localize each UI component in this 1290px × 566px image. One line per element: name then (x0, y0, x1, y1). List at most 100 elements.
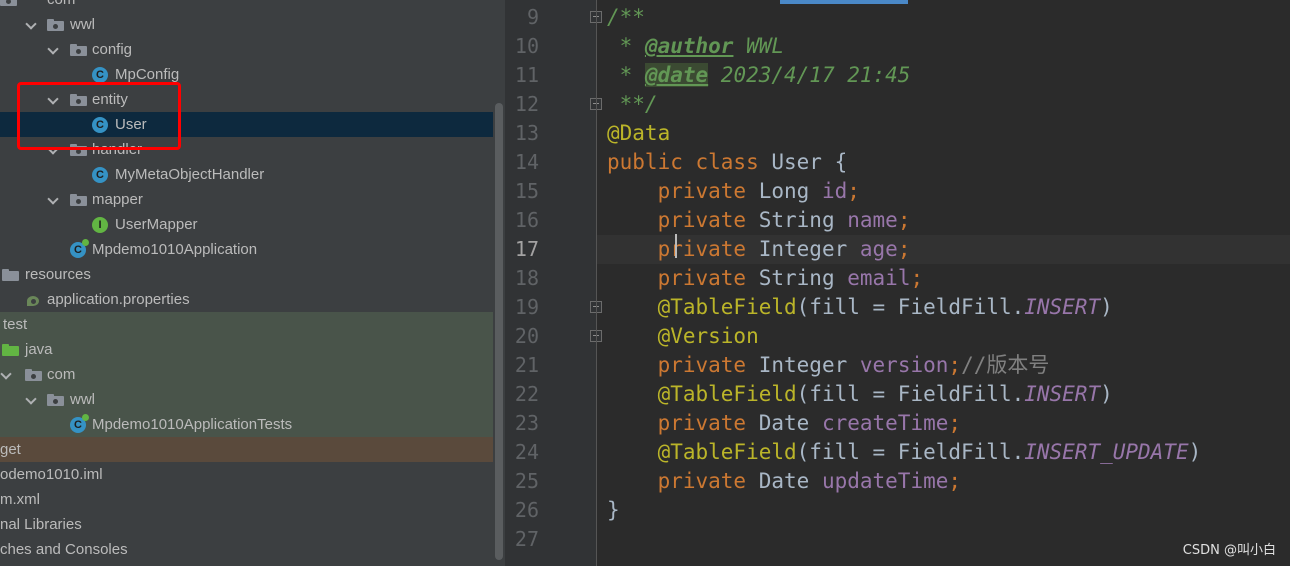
code-line[interactable]: private Date updateTime; (607, 467, 961, 496)
code-token: /** (607, 5, 645, 29)
tree-item-label: m.xml (0, 491, 40, 508)
spring-app-icon: C (70, 239, 89, 258)
line-number: 11 (514, 63, 539, 87)
code-token: //版本号 (961, 353, 1050, 377)
tree-item-label: odemo1010.iml (0, 466, 103, 483)
code-line[interactable]: @Data (607, 119, 670, 148)
code-token: @TableField (657, 382, 797, 406)
code-line[interactable]: public class User { (607, 148, 847, 177)
tree-item[interactable]: odemo1010.iml (0, 462, 493, 487)
code-line[interactable]: * @date 2023/4/17 21:45 (607, 61, 910, 90)
spring-app-icon: C (70, 414, 89, 433)
code-token: @TableField (657, 295, 797, 319)
code-token: INSERT (1024, 295, 1101, 319)
tree-item[interactable]: resources (0, 262, 493, 287)
line-number: 18 (514, 266, 539, 290)
tree-scroll-thumb[interactable] (495, 103, 503, 560)
tree-item[interactable]: java (0, 337, 493, 362)
tree-item[interactable]: I UserMapper (0, 212, 493, 237)
code-line[interactable]: * @author WWL (607, 32, 784, 61)
code-token: @Version (657, 324, 759, 348)
line-number: 9 (526, 5, 539, 29)
code-token: version (859, 353, 949, 377)
code-line[interactable]: @TableField(fill = FieldFill.INSERT_UPDA… (607, 438, 1202, 467)
code-token: ; (910, 266, 924, 290)
tree-item[interactable]: com (0, 362, 493, 387)
code-line[interactable]: **/ (607, 90, 658, 119)
code-line[interactable]: } (607, 496, 620, 525)
code-line[interactable]: private Integer age; (607, 235, 911, 264)
code-line[interactable]: private Long id; (607, 177, 860, 206)
code-token: * (607, 63, 645, 87)
code-token: ; (948, 411, 962, 435)
tree-item-label: resources (25, 266, 91, 283)
tree-item[interactable]: C MyMetaObjectHandler (0, 162, 493, 187)
tree-item[interactable]: nal Libraries (0, 512, 493, 537)
code-token: private (657, 411, 759, 435)
code-line[interactable]: private String name; (607, 206, 911, 235)
tree-item[interactable]: ches and Consoles (0, 537, 493, 562)
tree-item-label: UserMapper (115, 216, 198, 233)
line-number: 16 (514, 208, 539, 232)
code-token: INSERT (1024, 382, 1101, 406)
code-line[interactable]: @Version (607, 322, 759, 351)
code-token: private (657, 237, 759, 261)
code-token: name (847, 208, 898, 232)
code-token: (fill = FieldFill. (796, 295, 1025, 319)
annotation-highlight-box (17, 82, 181, 150)
code-editor[interactable]: 9 10 11 12 13 14 15 16 17 18 19 20 21 22 23 24 25 26 27 /*… (505, 0, 1290, 566)
code-line[interactable]: private Integer version;//版本号 (607, 351, 1050, 380)
chevron-down-icon[interactable] (47, 187, 59, 212)
tree-item[interactable]: get (0, 437, 493, 462)
line-number: 25 (514, 469, 539, 493)
class-icon: C (92, 167, 108, 183)
code-token: id (821, 179, 848, 203)
tree-item-label: java (25, 341, 53, 358)
line-number: 17 (514, 237, 539, 261)
package-folder-icon (25, 369, 42, 381)
chevron-down-icon[interactable] (25, 12, 37, 37)
tree-item-label: test (3, 316, 28, 333)
tree-item[interactable]: wwl (0, 12, 493, 37)
code-line[interactable]: private Date createTime; (607, 409, 961, 438)
tree-item[interactable]: C Mpdemo1010ApplicationTests (0, 412, 493, 437)
line-number-gutter: 9 10 11 12 13 14 15 16 17 18 19 20 21 22 23 24 25 26 27 (505, 0, 602, 566)
tree-item[interactable]: application.properties (0, 287, 493, 312)
tree-scrollbar[interactable] (493, 0, 505, 566)
code-line[interactable]: @TableField(fill = FieldFill.INSERT) (607, 293, 1113, 322)
code-token: Integer (758, 353, 860, 377)
code-token: Date (758, 411, 822, 435)
interface-icon: I (92, 217, 108, 233)
code-line[interactable]: private String email; (607, 264, 924, 293)
code-token: ; (948, 353, 962, 377)
chevron-down-icon[interactable] (0, 362, 12, 387)
chevron-down-icon[interactable] (25, 387, 37, 412)
tree-item[interactable]: config (0, 37, 493, 62)
code-line[interactable]: /** (607, 3, 645, 32)
tree-item[interactable]: m.xml (0, 487, 493, 512)
code-token: ; (948, 469, 962, 493)
code-token: INSERT_UPDATE (1024, 440, 1189, 464)
tree-item[interactable]: com (0, 0, 493, 12)
code-line[interactable]: @TableField(fill = FieldFill.INSERT) (607, 380, 1113, 409)
code-token: ) (1100, 295, 1113, 319)
line-number: 26 (514, 498, 539, 522)
tree-item[interactable]: C Mpdemo1010Application (0, 237, 493, 262)
code-token: age (859, 237, 898, 261)
resources-folder-icon (2, 269, 19, 281)
tree-item[interactable]: test (0, 312, 493, 337)
tree-item[interactable]: mapper (0, 187, 493, 212)
package-folder-icon (70, 194, 87, 206)
line-number: 10 (514, 34, 539, 58)
chevron-down-icon[interactable] (47, 37, 59, 62)
line-number: 21 (514, 353, 539, 377)
tree-item[interactable]: wwl (0, 387, 493, 412)
code-token: ; (847, 179, 860, 203)
